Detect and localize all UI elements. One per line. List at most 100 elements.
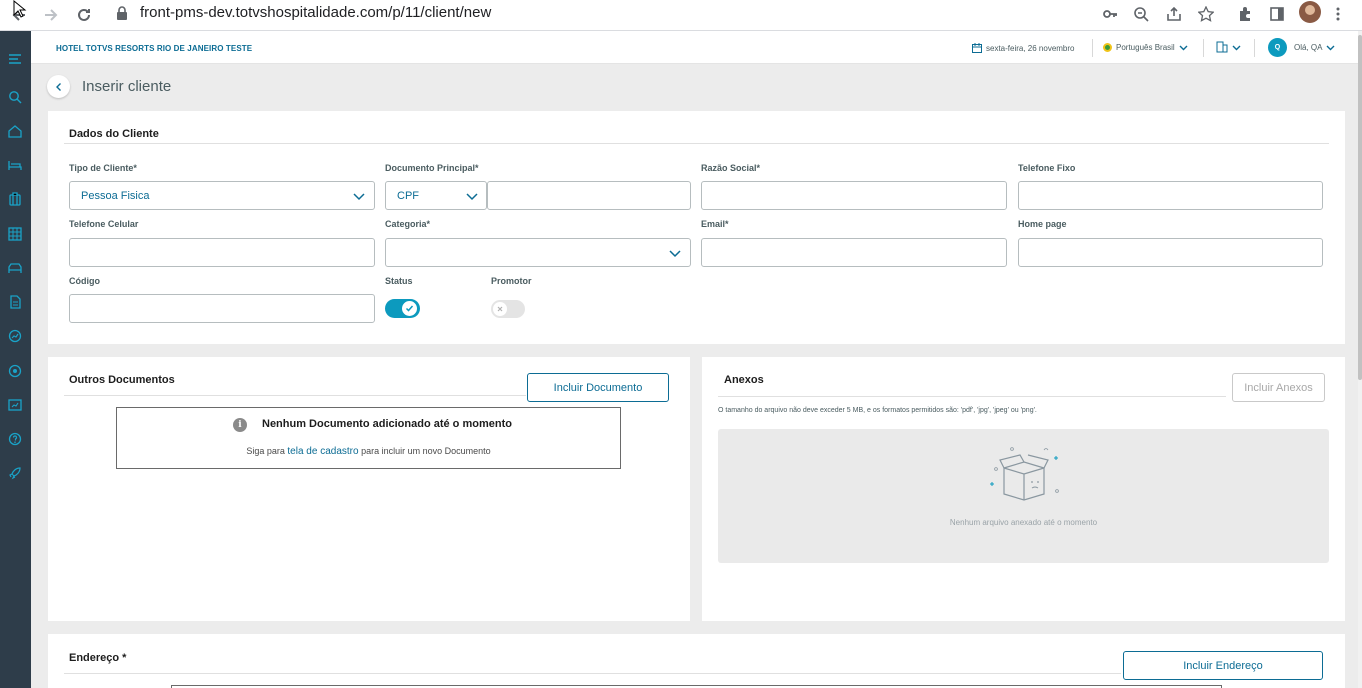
divider [64, 143, 1329, 144]
add-attachment-button[interactable]: Incluir Anexos [1232, 373, 1325, 402]
vehicle-icon[interactable] [6, 259, 24, 277]
empty-documents-title: Nenhum Documento adicionado até o moment… [262, 418, 512, 430]
divider [64, 673, 1121, 674]
mouse-cursor-icon [13, 0, 27, 18]
home-icon[interactable] [6, 122, 24, 140]
property-selector[interactable] [1216, 41, 1241, 53]
document-icon[interactable] [6, 293, 24, 311]
back-button[interactable] [47, 75, 70, 98]
calendar-icon [972, 43, 982, 53]
empty-prefix: Siga para [246, 446, 285, 456]
chevron-left-icon [55, 82, 61, 91]
telefone-celular-input[interactable] [69, 238, 375, 267]
hotel-name: HOTEL TOTVS RESORTS RIO DE JANEIRO TESTE [56, 44, 253, 53]
attachment-empty-text: Nenhum arquivo anexado até o momento [949, 518, 1098, 527]
homepage-input[interactable] [1018, 238, 1323, 267]
language-selector[interactable]: Português Brasil [1103, 43, 1188, 52]
section-title: Anexos [724, 374, 764, 386]
luggage-icon[interactable] [6, 190, 24, 208]
empty-box-icon [990, 447, 1059, 501]
close-icon [497, 306, 503, 312]
promotor-label: Promotor [491, 276, 532, 286]
razao-social-input[interactable] [701, 181, 1007, 210]
menu-icon[interactable] [6, 50, 24, 68]
email-label: Email* [701, 219, 729, 229]
chevron-down-icon [353, 193, 365, 201]
extensions-icon[interactable] [1234, 3, 1256, 25]
check-icon [405, 305, 414, 312]
tipo-cliente-label: Tipo de Cliente* [69, 163, 137, 173]
target-icon[interactable] [6, 362, 24, 380]
browser-toolbar: front-pms-dev.totvshospitalidade.com/p/1… [0, 0, 1362, 31]
empty-documents-text: Siga para tela de cadastro para incluir … [117, 446, 620, 457]
divider [718, 396, 1226, 397]
user-menu[interactable]: Olá, QA [1294, 43, 1335, 52]
telefone-fixo-label: Telefone Fixo [1018, 163, 1076, 173]
building-icon [1216, 41, 1228, 53]
date-label: sexta-feira, 26 novembro [986, 43, 1075, 53]
status-label: Status [385, 276, 413, 286]
help-icon[interactable] [6, 430, 24, 448]
add-address-button[interactable]: Incluir Endereço [1123, 651, 1323, 680]
codigo-input[interactable] [69, 294, 375, 323]
documento-type-value: CPF [397, 190, 419, 202]
zoom-icon[interactable] [1130, 3, 1152, 25]
attachment-dropzone[interactable]: Nenhum arquivo anexado até o momento [718, 429, 1329, 563]
scrollbar-thumb[interactable] [1358, 35, 1362, 380]
chevron-down-icon [669, 250, 681, 258]
chart-icon[interactable] [6, 327, 24, 345]
app-header: HOTEL TOTVS RESORTS RIO DE JANEIRO TESTE… [31, 31, 1362, 64]
calendar-grid-icon[interactable] [6, 225, 24, 243]
info-icon: i [233, 418, 247, 432]
more-menu-icon[interactable] [1327, 3, 1349, 25]
side-panel-icon[interactable] [1266, 3, 1288, 25]
attachment-hint: O tamanho do arquivo não deve exceder 5 … [718, 407, 1037, 414]
codigo-label: Código [69, 276, 100, 286]
documento-type-select[interactable]: CPF [385, 181, 487, 210]
star-icon[interactable] [1195, 3, 1217, 25]
documento-number-input[interactable] [487, 181, 691, 210]
telefone-celular-label: Telefone Celular [69, 219, 139, 229]
toggle-knob [402, 301, 417, 316]
telefone-fixo-input[interactable] [1018, 181, 1323, 210]
brazil-flag-icon [1103, 43, 1112, 52]
user-avatar[interactable]: Q [1268, 38, 1287, 57]
razao-social-label: Razão Social* [701, 163, 761, 173]
chevron-down-icon [1179, 45, 1188, 51]
divider [1203, 39, 1204, 57]
lock-icon [117, 6, 127, 20]
status-toggle[interactable] [385, 299, 420, 318]
chevron-down-icon [466, 193, 478, 201]
email-input[interactable] [701, 238, 1007, 267]
language-label: Português Brasil [1116, 43, 1175, 52]
section-title: Dados do Cliente [69, 128, 159, 140]
bed-icon[interactable] [6, 156, 24, 174]
add-document-button[interactable]: Incluir Documento [527, 373, 669, 402]
chevron-down-icon [1232, 45, 1241, 50]
divider [1092, 39, 1093, 57]
forward-arrow-icon[interactable] [40, 4, 62, 26]
divider [1254, 39, 1255, 57]
categoria-select[interactable] [385, 238, 691, 267]
address-bar[interactable]: front-pms-dev.totvshospitalidade.com/p/1… [140, 4, 491, 22]
promotor-toggle[interactable] [491, 300, 525, 318]
empty-suffix: para incluir um novo Documento [361, 446, 491, 456]
documento-label: Documento Principal* [385, 163, 479, 173]
categoria-label: Categoria* [385, 219, 431, 229]
section-title: Outros Documentos [69, 374, 175, 386]
toggle-knob [493, 302, 507, 316]
sidebar [0, 31, 31, 688]
chevron-down-icon [1326, 45, 1335, 51]
rocket-icon[interactable] [6, 464, 24, 482]
report-icon[interactable] [6, 396, 24, 414]
profile-avatar[interactable] [1299, 1, 1321, 23]
search-icon[interactable] [6, 88, 24, 106]
key-icon[interactable] [1099, 3, 1121, 25]
reload-icon[interactable] [73, 4, 95, 26]
tipo-cliente-select[interactable]: Pessoa Fisica [69, 181, 375, 210]
share-icon[interactable] [1163, 3, 1185, 25]
empty-documents-box: i Nenhum Documento adicionado até o mome… [116, 407, 621, 469]
registration-link[interactable]: tela de cadastro [287, 446, 358, 457]
date-display: sexta-feira, 26 novembro [972, 43, 1075, 53]
page-title: Inserir cliente [82, 78, 172, 95]
